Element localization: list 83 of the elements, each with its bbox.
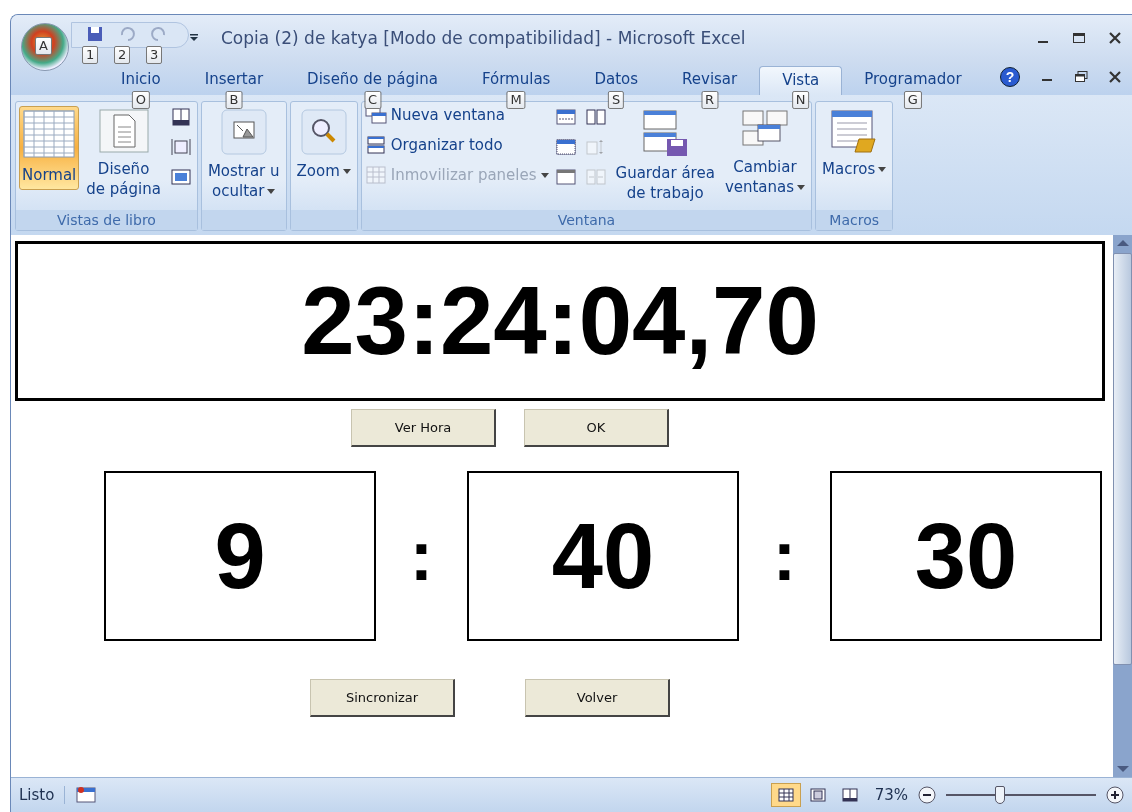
macro-record-icon[interactable]	[75, 786, 98, 804]
group-label: Macros	[816, 210, 893, 230]
group-label: Vistas de libro	[16, 210, 197, 230]
restore-icon[interactable]	[1074, 70, 1088, 84]
page-icon	[98, 109, 149, 153]
view-button[interactable]	[770, 783, 801, 807]
caret-icon	[540, 172, 549, 178]
keytip: B	[225, 91, 243, 109]
ribbon-button[interactable]: Normal	[19, 106, 80, 190]
ribbon-tab[interactable]: Vista	[759, 66, 843, 95]
time-field[interactable]: 30	[830, 471, 1102, 641]
keytip: M	[506, 91, 526, 109]
help-button[interactable]: ?	[1000, 67, 1020, 87]
separator-text: :	[772, 516, 797, 596]
form-button[interactable]: OK	[524, 409, 669, 447]
ribbon-tab[interactable]: Inicio	[99, 66, 183, 94]
save-icon	[86, 25, 104, 43]
undo-icon	[118, 25, 136, 43]
freeze-panes-icon	[364, 166, 387, 184]
vertical-scrollbar[interactable]	[1113, 235, 1132, 777]
hide-icon[interactable]	[554, 138, 577, 156]
redo-icon	[150, 25, 168, 43]
ribbon-button[interactable]: Macros	[819, 106, 890, 184]
ribbon-tab[interactable]: Datos	[572, 66, 661, 94]
ribbon-tab[interactable]: Programador	[842, 66, 984, 94]
keytip: 2	[114, 46, 131, 64]
form-button[interactable]: Sincronizar	[310, 679, 455, 717]
window-title: Copia (2) de katya [Modo de compatibilidad] - Microsoft Excel	[221, 28, 747, 48]
form-button[interactable]: Ver Hora	[351, 409, 496, 447]
separator-text: :	[409, 516, 434, 596]
ribbon-button[interactable]: Organizar todo	[364, 136, 549, 154]
time-field[interactable]: 9	[104, 471, 376, 641]
ribbon-tab[interactable]: Diseño de página	[285, 66, 460, 94]
maximize-icon[interactable]	[1072, 31, 1086, 45]
slider-thumb[interactable]	[995, 786, 1005, 804]
scroll-up-icon[interactable]	[1116, 239, 1129, 247]
zoom-out-icon[interactable]	[918, 786, 936, 804]
page-layout-icon	[808, 787, 827, 803]
keytip: 1	[82, 46, 99, 64]
customize-arrow-icon[interactable]	[189, 33, 199, 43]
zoom-in-icon[interactable]	[1106, 786, 1124, 804]
time-field[interactable]: 40	[467, 471, 739, 641]
keytip: R	[701, 91, 719, 109]
close-icon[interactable]	[1108, 70, 1122, 84]
ribbon-button[interactable]: Diseño de página	[83, 106, 164, 204]
office-button[interactable]: A	[21, 23, 69, 71]
keytip: G	[903, 91, 922, 109]
scroll-thumb[interactable]	[1113, 253, 1132, 665]
status-text: Listo	[19, 786, 66, 804]
ribbon-button[interactable]: Mostrar u ocultar	[204, 106, 283, 206]
arrange-icon	[364, 136, 387, 154]
macro-sheet-icon	[831, 109, 878, 153]
new-window-icon	[364, 106, 387, 124]
window-image-icon	[220, 109, 267, 155]
keytip: O	[131, 91, 150, 109]
ribbon-tab[interactable]: Insertar	[182, 66, 286, 94]
split-icon[interactable]	[554, 108, 577, 126]
ribbon-button[interactable]: Zoom	[293, 106, 354, 186]
keytip: A	[35, 37, 52, 55]
group-footer	[290, 210, 357, 230]
search-icon	[300, 109, 347, 155]
normal-view-icon	[776, 787, 795, 803]
ribbon-button[interactable]: Nueva ventana	[364, 106, 549, 124]
ribbon-button[interactable]: Cambiar ventanas	[721, 106, 809, 202]
zoom-level: 73%	[874, 786, 908, 804]
group-label: Ventana	[361, 210, 812, 230]
keytip: S	[608, 91, 625, 109]
ribbon-button[interactable]: Guardar área de trabajo	[612, 106, 718, 208]
keytip: 3	[146, 46, 163, 64]
full-screen-icon[interactable]	[169, 168, 192, 186]
ribbon-tab[interactable]: Fórmulas	[459, 66, 573, 94]
form-button[interactable]: Volver	[525, 679, 670, 717]
page-break-icon[interactable]	[169, 108, 192, 126]
close-icon[interactable]	[1108, 31, 1122, 45]
window-save-icon	[641, 109, 690, 157]
grid-icon	[22, 109, 77, 159]
side-by-side-icon[interactable]	[584, 108, 607, 126]
window-icon[interactable]	[554, 168, 577, 186]
scroll-down-icon[interactable]	[1116, 765, 1129, 773]
clock-display: 23:24:04,70	[15, 241, 1105, 401]
keytip: C	[364, 91, 382, 109]
ribbon-tab[interactable]: Revisar	[660, 66, 760, 94]
page-break-icon	[840, 787, 859, 803]
